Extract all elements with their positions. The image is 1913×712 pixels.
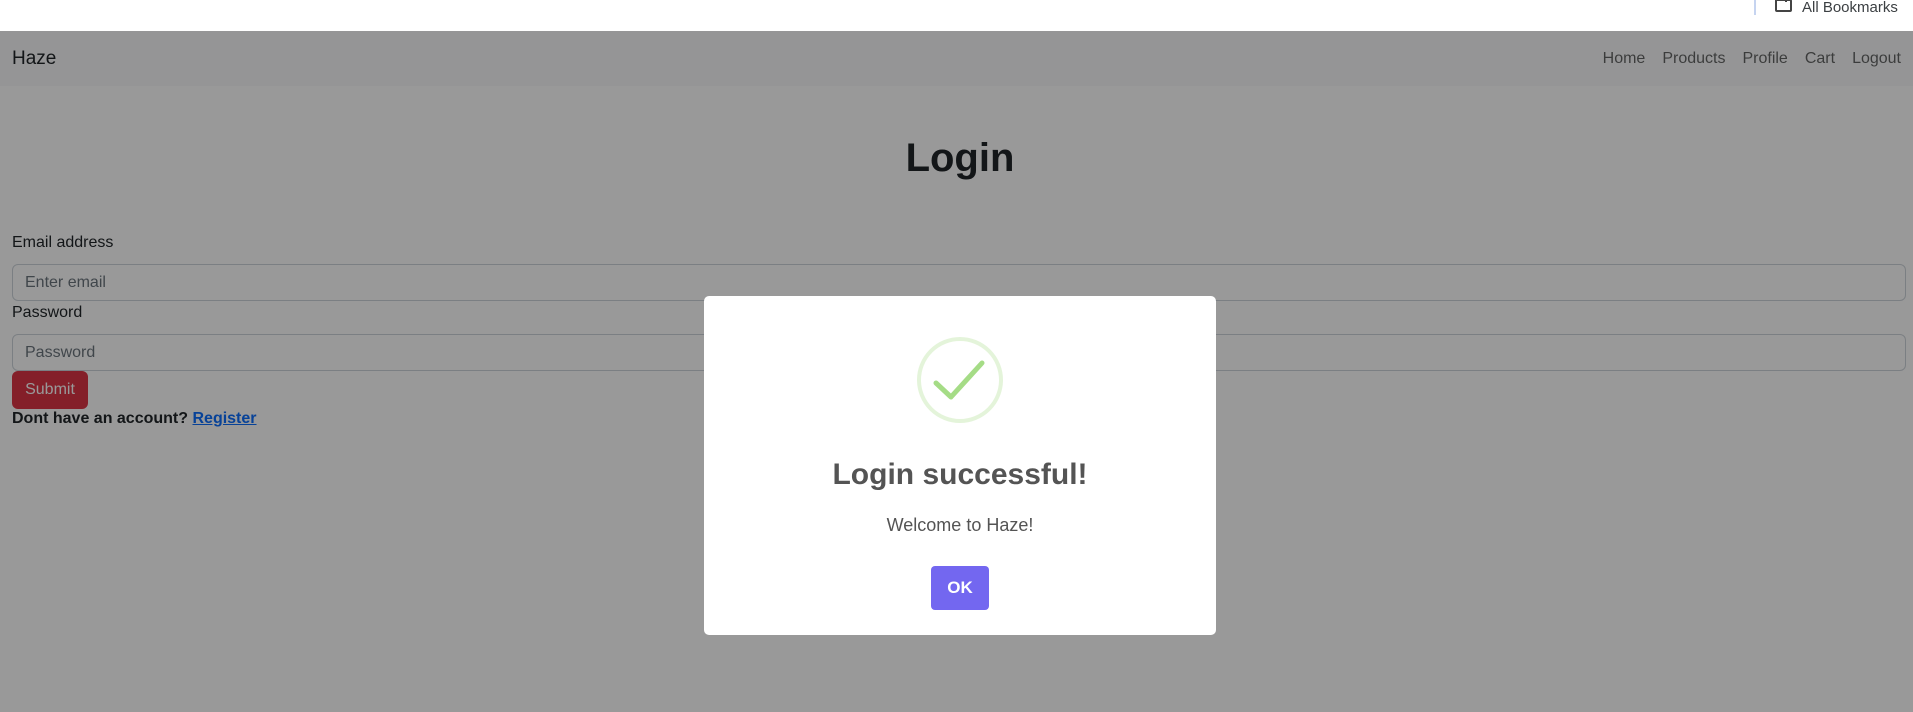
modal-backdrop[interactable]: Login successful! Welcome to Haze! OK xyxy=(0,31,1913,712)
bookmarks-divider xyxy=(1754,0,1756,15)
success-check-icon xyxy=(917,337,1003,423)
page: Haze Home Products Profile Cart Logout L… xyxy=(0,31,1913,712)
dialog-text: Welcome to Haze! xyxy=(886,515,1034,535)
all-bookmarks-button[interactable]: All Bookmarks xyxy=(1775,0,1898,16)
folder-icon xyxy=(1775,0,1792,12)
all-bookmarks-label: All Bookmarks xyxy=(1802,0,1898,16)
dialog-title: Login successful! xyxy=(832,458,1088,491)
success-dialog: Login successful! Welcome to Haze! OK xyxy=(704,296,1216,635)
ok-button[interactable]: OK xyxy=(931,566,989,610)
bookmarks-bar: All Bookmarks xyxy=(0,0,1913,31)
